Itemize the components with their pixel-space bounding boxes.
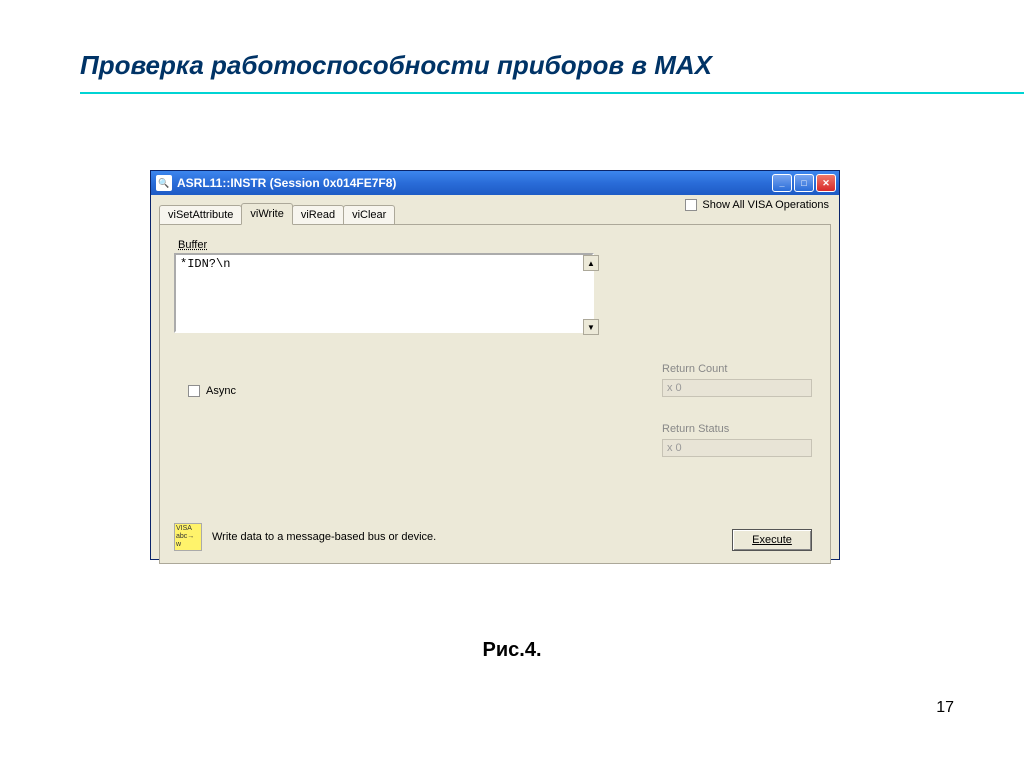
app-icon: 🔍 — [156, 175, 172, 191]
close-button[interactable]: ✕ — [816, 174, 836, 192]
tab-panel-viwrite: Buffer *IDN?\n ▲ ▼ Async Return Count x … — [159, 224, 831, 564]
titlebar[interactable]: 🔍 ASRL11::INSTR (Session 0x014FE7F8) _ □… — [151, 171, 839, 195]
return-status-value: x 0 — [662, 439, 812, 457]
tab-viread[interactable]: viRead — [292, 205, 344, 224]
visa-write-icon: VISA abc→ w — [174, 523, 202, 551]
async-label: Async — [206, 385, 236, 397]
window-buttons: _ □ ✕ — [772, 174, 836, 192]
return-count-value: x 0 — [662, 379, 812, 397]
titlebar-text: ASRL11::INSTR (Session 0x014FE7F8) — [177, 176, 772, 190]
page-number: 17 — [936, 699, 954, 717]
scroll-up-button[interactable]: ▲ — [583, 255, 599, 271]
scroll-down-button[interactable]: ▼ — [583, 319, 599, 335]
title-underline — [80, 92, 1024, 94]
async-row: Async — [188, 385, 236, 397]
help-text: Write data to a message-based bus or dev… — [212, 531, 436, 543]
maximize-button[interactable]: □ — [794, 174, 814, 192]
tab-row: viSetAttribute viWrite viRead viClear — [159, 203, 831, 224]
buffer-legend: Buffer — [176, 239, 209, 251]
execute-button[interactable]: Execute — [732, 529, 812, 551]
figure-caption: Рис.4. — [483, 639, 542, 662]
return-count-label: Return Count — [662, 363, 812, 375]
slide-title: Проверка работоспособности приборов в MA… — [80, 50, 712, 81]
tab-viclear[interactable]: viClear — [343, 205, 395, 224]
return-status-label: Return Status — [662, 423, 812, 435]
client-area: Show All VISA Operations viSetAttribute … — [151, 195, 839, 559]
async-checkbox[interactable] — [188, 385, 200, 397]
tab-visetattribute[interactable]: viSetAttribute — [159, 205, 242, 224]
buffer-group: Buffer *IDN?\n ▲ ▼ — [174, 247, 599, 339]
help-row: VISA abc→ w Write data to a message-base… — [174, 523, 436, 551]
buffer-textarea[interactable]: *IDN?\n — [174, 253, 594, 333]
minimize-button[interactable]: _ — [772, 174, 792, 192]
visa-window: 🔍 ASRL11::INSTR (Session 0x014FE7F8) _ □… — [150, 170, 840, 560]
execute-rest: xecute — [759, 534, 791, 546]
tab-viwrite[interactable]: viWrite — [241, 203, 292, 225]
